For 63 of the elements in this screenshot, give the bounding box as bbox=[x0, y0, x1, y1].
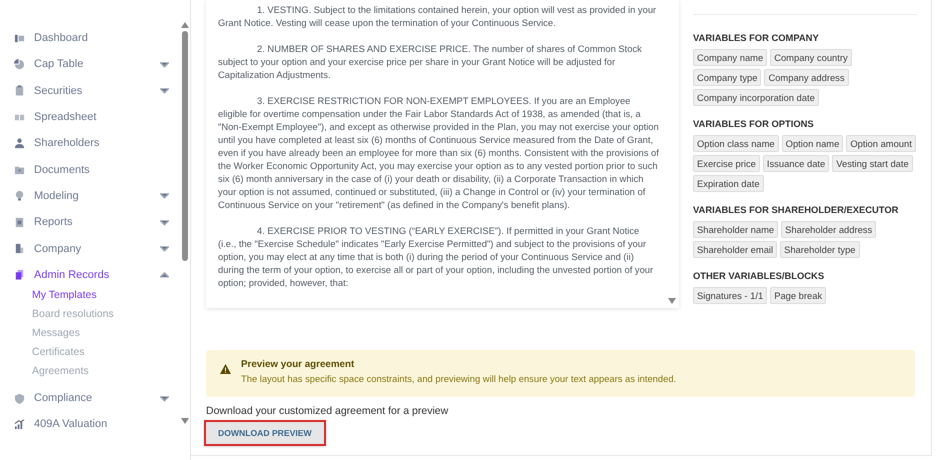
sidebar-item[interactable]: Cap Table bbox=[14, 51, 179, 78]
sidebar-item[interactable]: Admin Records bbox=[14, 262, 179, 288]
scroll-down-icon[interactable] bbox=[180, 418, 188, 424]
building-icon bbox=[14, 243, 25, 254]
scroll-down-icon[interactable] bbox=[668, 298, 676, 304]
document-paragraph: 4. EXERCISE PRIOR TO VESTING (“EARLY EXERCISE”). If permitted in your Grant Notice (i.e., the "Exercise Schedule" indicates "Early Exercise Permitted") and subject to the provisions of your option, you may elect at any time that is both (i) during the period of your Continuous Service and (ii) during the term of your option, to exercise all or part of your option, including the unvested portion of your option; provided, however, that: bbox=[218, 224, 654, 289]
person-icon bbox=[14, 138, 25, 149]
download-hint: Download your customized agreement for a preview bbox=[206, 405, 450, 417]
document-paragraph: 3. EXERCISE RESTRICTION FOR NON-EXEMPT EMPLOYEES. If you are an Employee eligible for overtime compensation under the Fair Labor Standards Act of 1938, as amended (that is, a "Non-Exempt Employee"), and except as otherwise provided in the Plan, you may not exercise your option until you have completed at least six (6) months of Continuous Service measured from the Date of Grant, even if you have already been an employee for more than six (6) months. Consistent with the provisions of the Worker Economic Opportunity Act, you may exercise your option as to any vested portion prior to such six (6) month anniversary in the case of (i) your death or disability, (ii) a Corporate Transaction in which your option is not assumed, continued or substituted, (iii) a Change in Control or (iv) your termination of Continuous Service on your "retirement" (as defined in the Company's benefit plans). bbox=[218, 94, 659, 211]
document-paragraph: 2. NUMBER OF SHARES AND EXERCISE PRICE. The number of shares of Common Stock subject to your option and your exercise price per share in your Grant Notice will be adjusted for Capitalization Adjustments. bbox=[218, 42, 643, 81]
warning-icon bbox=[220, 364, 231, 374]
pie-chart-icon bbox=[14, 58, 25, 70]
variable-chip[interactable]: Shareholder email bbox=[693, 241, 778, 258]
variable-chip[interactable]: Signatures - 1/1 bbox=[693, 287, 768, 304]
variable-chip[interactable]: Shareholder name bbox=[693, 221, 778, 238]
variable-chip[interactable]: Page break bbox=[770, 287, 826, 304]
chevron-down-icon bbox=[159, 190, 170, 202]
variable-chip[interactable]: Exercise price bbox=[693, 155, 760, 172]
section-heading: VARIABLES FOR OPTIONS bbox=[693, 118, 815, 129]
variable-chip[interactable]: Company name bbox=[693, 49, 768, 66]
sidebar-item[interactable]: Dashboard bbox=[14, 25, 179, 52]
notice-message: The layout has specific space constraints, and previewing will help ensure your text appears as intended. bbox=[241, 373, 676, 384]
chevron-up-icon bbox=[159, 269, 170, 280]
variable-chip[interactable]: Company type bbox=[693, 69, 762, 86]
document-paragraph: 1. VESTING. Subject to the limitations contained herein, your option will vest as provided in your Grant Notice. Vesting will cease upon the termination of your Continuous Service. bbox=[218, 3, 658, 29]
download-preview-button[interactable]: DOWNLOAD PREVIEW bbox=[204, 420, 326, 446]
clipboard-icon bbox=[14, 85, 25, 96]
section-heading: OTHER VARIABLES/BLOCKS bbox=[693, 270, 826, 281]
layout-icon bbox=[14, 32, 25, 44]
lightbulb-icon bbox=[14, 190, 25, 202]
shield-icon bbox=[14, 392, 25, 404]
documents-icon bbox=[14, 269, 25, 280]
chevron-down-icon bbox=[159, 243, 170, 254]
notice-title: Preview your agreement bbox=[241, 359, 356, 370]
variable-chip[interactable]: Shareholder type bbox=[780, 241, 860, 258]
sidebar-item[interactable]: Shareholders bbox=[14, 130, 179, 156]
variable-chip[interactable]: Option class name bbox=[693, 135, 779, 152]
sidebar-item[interactable]: Reports bbox=[14, 209, 179, 236]
sidebar-item[interactable]: Company bbox=[14, 235, 179, 262]
sidebar-item[interactable]: Modeling bbox=[14, 182, 179, 210]
scroll-up-icon[interactable] bbox=[180, 22, 188, 28]
sidebar-item[interactable]: Compliance bbox=[14, 384, 179, 412]
scrollbar-thumb[interactable] bbox=[182, 31, 188, 261]
section-heading: VARIABLES FOR SHAREHOLDER/EXECUTOR bbox=[693, 204, 900, 215]
variable-chip[interactable]: Company country bbox=[770, 49, 852, 66]
variable-chip[interactable]: Shareholder address bbox=[781, 221, 876, 238]
bar-chart-icon bbox=[14, 418, 25, 430]
variable-chip[interactable]: Expiration date bbox=[693, 175, 764, 192]
variable-chip[interactable]: Company incorporation date bbox=[693, 89, 819, 106]
sidebar-subitem[interactable]: My Templates bbox=[32, 288, 97, 301]
sidebar-item[interactable]: Documents bbox=[14, 156, 179, 183]
variable-chip[interactable]: Vesting start date bbox=[832, 155, 913, 172]
variable-chip[interactable]: Option name bbox=[782, 135, 844, 152]
sidebar-item[interactable]: Securities bbox=[14, 78, 179, 104]
variable-chip[interactable]: Option amount bbox=[846, 135, 916, 152]
variable-chip[interactable]: Issuance date bbox=[762, 155, 830, 172]
sidebar-item[interactable]: 409A Valuation bbox=[14, 411, 179, 438]
folder-icon bbox=[14, 164, 25, 176]
report-icon bbox=[14, 216, 25, 228]
section-heading: VARIABLES FOR COMPANY bbox=[693, 32, 820, 43]
chevron-down-icon bbox=[159, 85, 170, 96]
sidebar-item[interactable]: Spreadsheet bbox=[14, 104, 179, 130]
variable-chip[interactable]: Company address bbox=[764, 69, 849, 86]
